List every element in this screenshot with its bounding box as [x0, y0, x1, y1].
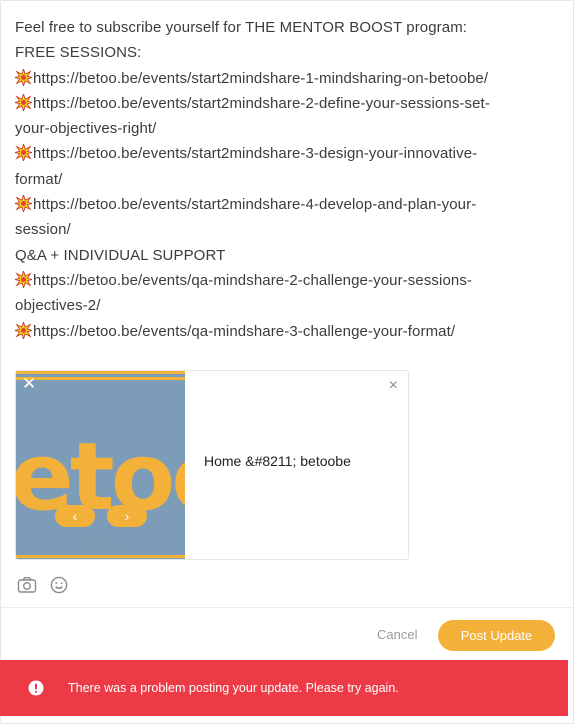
- post-line-text: objectives-2/: [15, 297, 101, 315]
- remove-image-icon[interactable]: ✕: [22, 374, 36, 394]
- close-preview-icon[interactable]: ×: [389, 377, 398, 395]
- collision-emoji-icon: [15, 93, 33, 112]
- previous-image-button[interactable]: ‹: [55, 505, 95, 527]
- post-line-text: Feel free to subscribe yourself for THE …: [15, 19, 468, 36]
- collision-emoji-icon: [15, 321, 33, 340]
- post-line-text: https://betoo.be/events/qa-mindshare-2-c…: [33, 271, 473, 289]
- post-line-text: https://betoo.be/events/start2mindshare-…: [33, 145, 478, 163]
- post-line-text: format/: [15, 170, 63, 188]
- collision-emoji-icon: [15, 144, 33, 162]
- post-text-line: FREE SESSIONS:: [15, 40, 555, 65]
- post-text-line: your-objectives-right/: [15, 116, 555, 141]
- post-text-line: format/: [15, 167, 555, 192]
- post-line-text: https://betoo.be/events/start2mindshare-…: [33, 196, 477, 214]
- post-text-line: https://betoo.be/events/qa-mindshare-2-c…: [15, 268, 555, 293]
- cancel-button[interactable]: Cancel: [377, 627, 417, 642]
- post-line-text: session/: [15, 221, 71, 239]
- post-text-line: Feel free to subscribe yourself for THE …: [15, 15, 555, 40]
- post-text-line: https://betoo.be/events/start2mindshare-…: [15, 192, 555, 217]
- image-stripe: [16, 377, 185, 380]
- post-text-line: https://betoo.be/events/start2mindshare-…: [15, 91, 555, 116]
- chevron-left-icon: ‹: [72, 508, 78, 524]
- post-text-line: https://betoo.be/events/start2mindshare-…: [15, 66, 555, 91]
- post-text-line: session/: [15, 217, 555, 242]
- chevron-right-icon: ›: [124, 508, 130, 524]
- image-stripe: [16, 371, 185, 374]
- smiley-icon[interactable]: [50, 576, 68, 599]
- post-line-text: Q&A + INDIVIDUAL SUPPORT: [15, 246, 226, 264]
- betoo-logo-text: etoo: [16, 423, 185, 532]
- post-line-text: https://betoo.be/events/start2mindshare-…: [33, 69, 489, 87]
- post-line-text: FREE SESSIONS:: [15, 44, 142, 62]
- camera-icon[interactable]: [17, 576, 37, 599]
- post-text-line: Q&A + INDIVIDUAL SUPPORT: [15, 243, 555, 268]
- error-banner: There was a problem posting your update.…: [0, 660, 568, 716]
- post-text-editor[interactable]: Feel free to subscribe yourself for THE …: [15, 15, 555, 344]
- post-text-line: objectives-2/: [15, 293, 555, 318]
- alert-icon: [28, 680, 44, 699]
- post-text-line: https://betoo.be/events/qa-mindshare-3-c…: [15, 319, 555, 344]
- post-line-text: your-objectives-right/: [15, 120, 157, 138]
- image-counter: 1 of 9: [86, 539, 115, 551]
- post-line-text: https://betoo.be/events/start2mindshare-…: [33, 94, 490, 112]
- collision-emoji-icon: [15, 195, 33, 213]
- next-image-button[interactable]: ›: [107, 505, 147, 527]
- link-preview-title: Home &#8211; betoobe: [204, 453, 351, 469]
- error-message: There was a problem posting your update.…: [68, 681, 399, 695]
- link-preview-card: etoo ✕ ‹ › 1 of 9 Home &#8211; betoobe ×: [15, 370, 409, 560]
- image-stripe: [16, 555, 185, 558]
- form-divider: [1, 607, 573, 608]
- post-update-button[interactable]: Post Update: [438, 620, 555, 651]
- link-preview-image: etoo ✕ ‹ › 1 of 9: [16, 371, 185, 559]
- collision-emoji-icon: [15, 68, 33, 87]
- post-line-text: https://betoo.be/events/qa-mindshare-3-c…: [33, 322, 456, 340]
- post-text-line: https://betoo.be/events/start2mindshare-…: [15, 141, 555, 166]
- collision-emoji-icon: [15, 270, 33, 289]
